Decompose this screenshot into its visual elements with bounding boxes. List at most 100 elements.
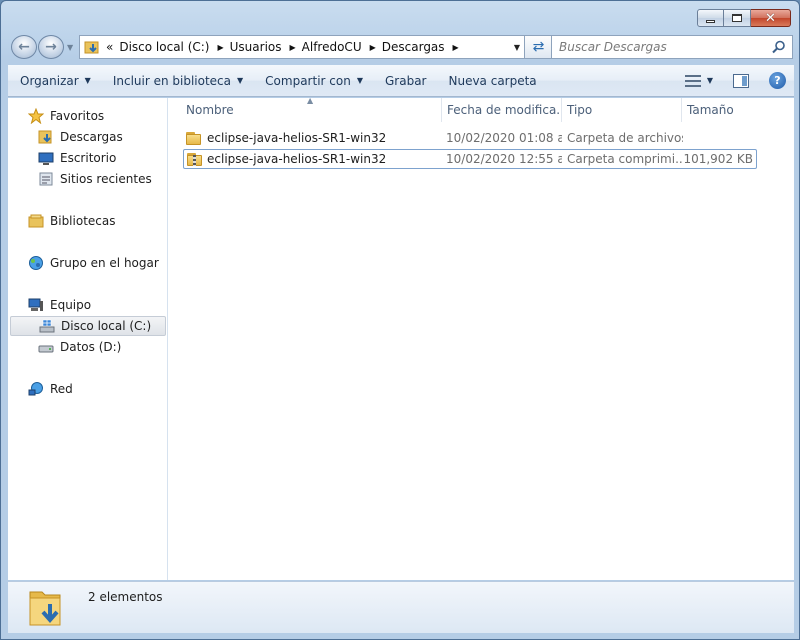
nav-item-favorites[interactable]: Favoritos <box>27 106 105 126</box>
recent-places-icon <box>38 171 54 187</box>
details-view-icon <box>684 74 701 87</box>
file-date: 10/02/2020 01:08 a... <box>446 131 562 145</box>
caption-buttons: ✕ <box>697 9 791 27</box>
column-name-label: Nombre <box>186 103 234 117</box>
refresh-icon: ⇄ <box>532 39 545 55</box>
refresh-button[interactable]: ⇄ <box>525 35 553 59</box>
table-row[interactable]: eclipse-java-helios-SR1-win32 10/02/2020… <box>183 128 757 148</box>
computer-icon <box>28 297 44 313</box>
desktop-icon <box>38 150 54 166</box>
chevron-down-icon: ▼ <box>356 76 363 85</box>
desktop-label: Escritorio <box>60 151 117 165</box>
downloads-folder-icon <box>28 586 64 628</box>
chevron-down-icon: ▼ <box>237 76 244 85</box>
new-folder-button[interactable]: Nueva carpeta <box>439 65 545 96</box>
star-icon <box>27 107 45 125</box>
chevron-down-icon: ▼ <box>84 76 91 85</box>
nav-item-desktop[interactable]: Escritorio <box>38 148 116 168</box>
computer-label: Equipo <box>50 298 92 312</box>
table-row[interactable]: eclipse-java-helios-SR1-win32 10/02/2020… <box>183 149 757 169</box>
breadcrumb-user[interactable]: AlfredoCU <box>302 40 362 54</box>
breadcrumb-separator-icon[interactable]: ▶ <box>290 43 296 52</box>
network-label: Red <box>50 382 73 396</box>
nav-item-computer[interactable]: Equipo <box>28 295 91 315</box>
zip-folder-icon <box>187 152 203 166</box>
organize-button[interactable]: Organizar ▼ <box>8 65 100 96</box>
breadcrumb-separator-icon[interactable]: ▶ <box>217 43 223 52</box>
help-icon[interactable]: ? <box>769 72 786 89</box>
search-box[interactable] <box>551 35 793 59</box>
nav-item-downloads[interactable]: Descargas <box>38 127 123 147</box>
file-name: eclipse-java-helios-SR1-win32 <box>207 152 387 166</box>
column-header-date[interactable]: Fecha de modifica... <box>441 98 559 122</box>
column-type-label: Tipo <box>567 103 593 117</box>
network-icon <box>28 381 44 397</box>
address-dropdown-icon[interactable]: ▼ <box>514 43 520 52</box>
breadcrumb-separator-icon[interactable]: ▶ <box>370 43 376 52</box>
preview-pane-icon[interactable] <box>733 73 749 88</box>
favorites-label: Favoritos <box>50 109 105 123</box>
file-name: eclipse-java-helios-SR1-win32 <box>207 131 387 145</box>
new-folder-label: Nueva carpeta <box>448 73 537 88</box>
breadcrumb-disk[interactable]: Disco local (C:) <box>119 40 209 54</box>
homegroup-label: Grupo en el hogar <box>50 256 159 270</box>
nav-item-local-disk[interactable]: Disco local (C:) <box>10 316 166 336</box>
address-overflow-chevron[interactable]: « <box>106 40 113 54</box>
nav-item-data-disk[interactable]: Datos (D:) <box>38 337 121 357</box>
column-header-name[interactable]: Nombre <box>181 98 439 122</box>
hard-drive-icon <box>38 339 54 355</box>
nav-item-homegroup[interactable]: Grupo en el hogar <box>28 253 159 273</box>
file-type: Carpeta comprimi... <box>567 152 683 166</box>
downloads-folder-icon <box>38 129 54 145</box>
column-date-label: Fecha de modifica... <box>447 103 559 117</box>
column-size-label: Tamaño <box>687 103 734 117</box>
main-area: Favoritos Descargas Escritorio Sitios re… <box>8 96 794 580</box>
recent-places-label: Sitios recientes <box>60 172 152 186</box>
share-with-button[interactable]: Compartir con ▼ <box>256 65 372 96</box>
change-view-button[interactable]: ▼ <box>684 74 713 87</box>
arrow-right-icon: → <box>45 39 57 55</box>
chevron-down-icon: ▼ <box>706 76 713 85</box>
back-button[interactable]: ← <box>11 35 37 59</box>
close-icon: ✕ <box>765 10 776 26</box>
maximize-button[interactable] <box>724 9 751 27</box>
search-input[interactable] <box>559 40 769 54</box>
close-button[interactable]: ✕ <box>751 9 791 27</box>
address-bar[interactable]: « Disco local (C:) ▶ Usuarios ▶ AlfredoC… <box>79 35 525 59</box>
file-date: 10/02/2020 12:55 a... <box>446 152 562 166</box>
arrow-left-icon: ← <box>18 39 30 55</box>
file-list: ▲ Nombre Fecha de modifica... Tipo Tamañ… <box>169 96 794 580</box>
nav-item-recent-places[interactable]: Sitios recientes <box>38 169 152 189</box>
search-icon[interactable] <box>772 40 786 54</box>
minimize-button[interactable] <box>697 9 724 27</box>
file-size: 101,902 KB <box>683 152 753 166</box>
local-disk-label: Disco local (C:) <box>61 319 152 333</box>
data-disk-label: Datos (D:) <box>60 340 122 354</box>
libraries-label: Bibliotecas <box>50 214 116 228</box>
local-disk-icon <box>39 318 55 334</box>
share-label: Compartir con <box>265 73 351 88</box>
column-header-size[interactable]: Tamaño <box>681 98 761 122</box>
burn-button[interactable]: Grabar <box>376 65 436 96</box>
navigation-bar: ← → ▼ « Disco local (C:) ▶ Usuarios ▶ Al… <box>9 35 793 59</box>
breadcrumb-separator-icon[interactable]: ▶ <box>453 43 459 52</box>
details-pane: 2 elementos <box>8 581 794 633</box>
burn-label: Grabar <box>384 73 427 88</box>
organize-label: Organizar <box>20 73 79 88</box>
nav-item-network[interactable]: Red <box>28 379 73 399</box>
downloads-folder-icon <box>84 39 102 55</box>
folder-icon <box>186 131 202 145</box>
command-bar: Organizar ▼ Incluir en biblioteca ▼ Compar… <box>8 65 794 97</box>
include-in-library-button[interactable]: Incluir en biblioteca ▼ <box>104 65 252 96</box>
column-headers: ▲ Nombre Fecha de modifica... Tipo Tamañ… <box>169 96 794 122</box>
recent-pages-dropdown[interactable]: ▼ <box>67 43 73 52</box>
include-label: Incluir en biblioteca <box>112 73 232 88</box>
breadcrumb-downloads[interactable]: Descargas <box>382 40 445 54</box>
homegroup-icon <box>28 255 44 271</box>
column-header-type[interactable]: Tipo <box>561 98 679 122</box>
explorer-window: ✕ ← → ▼ « Disco local (C:) ▶ Usuarios ▶ … <box>0 0 800 640</box>
nav-item-libraries[interactable]: Bibliotecas <box>28 211 115 231</box>
forward-button[interactable]: → <box>38 35 64 59</box>
breadcrumb-users[interactable]: Usuarios <box>230 40 282 54</box>
file-type: Carpeta de archivos <box>567 131 683 145</box>
